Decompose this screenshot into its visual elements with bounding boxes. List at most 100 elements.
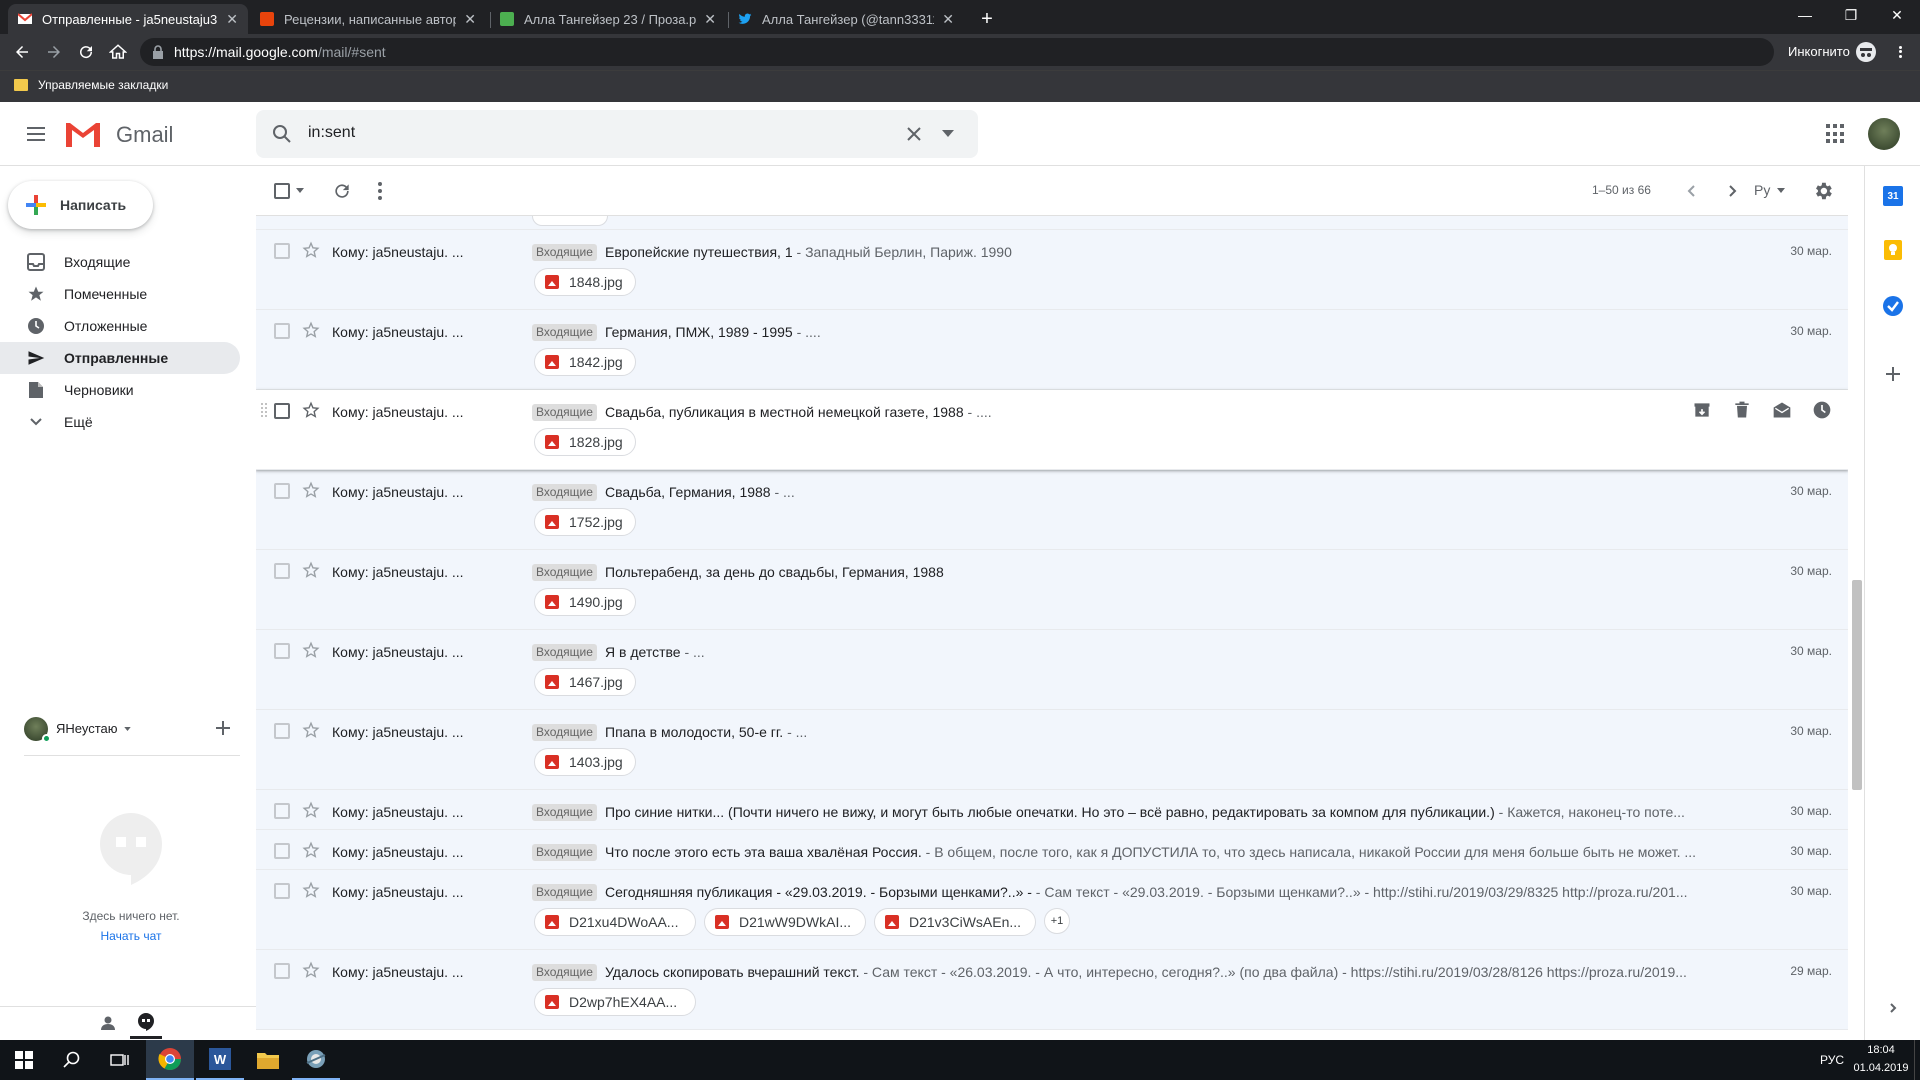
row-checkbox[interactable] xyxy=(274,723,290,739)
close-window-icon[interactable]: ✕ xyxy=(1874,0,1920,30)
attachment-chip[interactable]: 1848.jpg xyxy=(534,268,636,296)
attachment-chip[interactable]: D2wp7hEX4AA... xyxy=(534,988,696,1016)
bookmark-managed[interactable]: Управляемые закладки xyxy=(38,78,168,92)
main-menu-icon[interactable] xyxy=(24,122,48,146)
scrollbar[interactable] xyxy=(1852,580,1862,790)
clear-search-icon[interactable] xyxy=(904,124,924,144)
more-actions-icon[interactable] xyxy=(378,181,382,201)
attachment-chip[interactable]: 1490.jpg xyxy=(534,588,636,616)
row-checkbox[interactable] xyxy=(274,563,290,579)
compose-button[interactable]: Написать xyxy=(8,181,153,229)
forward-icon[interactable] xyxy=(42,40,66,64)
settings-gear-icon[interactable] xyxy=(1812,180,1834,202)
row-checkbox[interactable] xyxy=(274,483,290,499)
close-tab-icon[interactable]: ✕ xyxy=(704,11,716,28)
explorer-taskbar-icon[interactable] xyxy=(244,1040,292,1080)
nav-inbox[interactable]: Входящие xyxy=(0,246,240,278)
select-all-checkbox[interactable] xyxy=(274,183,290,199)
inbox-label-badge[interactable]: Входящие xyxy=(532,644,597,661)
status-dropdown-icon[interactable] xyxy=(124,727,131,731)
close-tab-icon[interactable]: ✕ xyxy=(942,11,954,28)
delete-icon[interactable] xyxy=(1732,400,1752,420)
mail-row[interactable]: Кому: ja5neustaju. ... Входящие Что после … xyxy=(256,830,1848,870)
row-checkbox[interactable] xyxy=(274,323,290,339)
tasks-icon[interactable] xyxy=(1883,296,1903,316)
show-desktop-button[interactable] xyxy=(1914,1040,1920,1080)
restore-icon[interactable]: ❐ xyxy=(1828,0,1874,30)
inbox-label-badge[interactable]: Входящие xyxy=(532,244,597,261)
nav-starred[interactable]: Помеченные xyxy=(0,278,240,310)
mail-row[interactable]: Кому: ja5neustaju. ... Входящие Я в детств… xyxy=(256,630,1848,710)
calendar-icon[interactable]: 31 xyxy=(1883,186,1903,206)
new-tab-button[interactable]: + xyxy=(972,4,1002,34)
mail-row[interactable]: Кому: ja5neustaju. ... Входящие Удалось ск… xyxy=(256,950,1848,1030)
archive-icon[interactable] xyxy=(1692,400,1712,420)
account-avatar[interactable] xyxy=(1868,118,1900,150)
search-icon[interactable] xyxy=(270,122,294,146)
input-tools-dropdown-icon[interactable] xyxy=(1777,188,1785,193)
word-taskbar-icon[interactable]: W xyxy=(196,1040,244,1080)
mail-row[interactable]: Кому: ja5neustaju. ... Входящие Свадьба, п… xyxy=(256,390,1848,470)
close-tab-icon[interactable]: ✕ xyxy=(226,11,238,28)
row-checkbox[interactable] xyxy=(274,843,290,859)
attachment-chip[interactable]: D21v3CiWsAEn... xyxy=(874,908,1036,936)
row-checkbox[interactable] xyxy=(274,403,290,419)
search-input[interactable]: in:sent xyxy=(308,124,355,142)
row-checkbox[interactable] xyxy=(274,963,290,979)
apps-grid-icon[interactable] xyxy=(1826,124,1846,144)
row-checkbox[interactable] xyxy=(274,803,290,819)
inbox-label-badge[interactable]: Входящие xyxy=(532,964,597,981)
nav-drafts[interactable]: Черновики xyxy=(0,374,240,406)
mail-row[interactable]: Кому: ja5neustaju. ... Входящие Сегодняшня… xyxy=(256,870,1848,950)
drag-handle-icon[interactable] xyxy=(260,402,268,418)
input-tools-button[interactable]: Ру xyxy=(1754,182,1770,198)
inbox-label-badge[interactable]: Входящие xyxy=(532,884,597,901)
browser-menu-icon[interactable] xyxy=(1892,42,1908,62)
gmail-logo-icon[interactable] xyxy=(64,120,102,148)
mark-unread-icon[interactable] xyxy=(1772,400,1792,420)
star-toggle-icon[interactable] xyxy=(302,801,320,819)
attachment-chip[interactable]: 1467.jpg xyxy=(534,668,636,696)
tab-reviews[interactable]: Рецензии, написанные авторо ✕ xyxy=(250,4,486,34)
start-chat-link[interactable]: Начать чат xyxy=(0,929,262,943)
attachment-chip[interactable]: 1828.jpg xyxy=(534,428,636,456)
star-toggle-icon[interactable] xyxy=(302,961,320,979)
star-toggle-icon[interactable] xyxy=(302,641,320,659)
inbox-label-badge[interactable]: Входящие xyxy=(532,844,597,861)
mail-row[interactable]: Кому: ja5neustaju. ... Входящие Польтерабе… xyxy=(256,550,1848,630)
search-bar[interactable]: in:sent xyxy=(256,110,978,158)
tab-gmail-sent[interactable]: Отправленные - ja5neustaju3by ✕ xyxy=(8,4,248,34)
nav-snoozed[interactable]: Отложенные xyxy=(0,310,240,342)
inbox-label-badge[interactable]: Входящие xyxy=(532,324,597,341)
expand-panel-icon[interactable] xyxy=(1887,1002,1899,1014)
mail-row[interactable]: Кому: ja5neustaju. ... Входящие Ппапа в мо… xyxy=(256,710,1848,790)
address-bar[interactable]: https://mail.google.com/mail/#sent xyxy=(140,38,1774,66)
inbox-label-badge[interactable]: Входящие xyxy=(532,404,597,421)
search-options-icon[interactable] xyxy=(942,130,954,138)
star-toggle-icon[interactable] xyxy=(302,841,320,859)
clock-date[interactable]: 01.04.2019 xyxy=(1852,1062,1910,1074)
incognito-icon[interactable] xyxy=(1856,42,1876,62)
clock-time[interactable]: 18:04 xyxy=(1858,1044,1904,1056)
nav-more[interactable]: Ещё xyxy=(0,406,240,438)
star-toggle-icon[interactable] xyxy=(302,881,320,899)
tab-proza[interactable]: Алла Тангейзер 23 / Проза.ру ✕ xyxy=(490,4,726,34)
row-checkbox[interactable] xyxy=(274,243,290,259)
inbox-label-badge[interactable]: Входящие xyxy=(532,804,597,821)
attachment-chip[interactable]: 1403.jpg xyxy=(534,748,636,776)
star-toggle-icon[interactable] xyxy=(302,241,320,259)
star-toggle-icon[interactable] xyxy=(302,481,320,499)
hangouts-user[interactable]: ЯНеустаю xyxy=(56,721,118,736)
attachment-chip[interactable]: D21wW9DWkAI... xyxy=(704,908,866,936)
more-attachments-chip[interactable]: +1 xyxy=(1044,908,1070,934)
keyboard-language[interactable]: РУС xyxy=(1820,1053,1844,1067)
mail-row[interactable]: Кому: ja5neustaju. ... Входящие Про синие … xyxy=(256,790,1848,830)
taskbar-search-icon[interactable] xyxy=(48,1040,96,1080)
windows-start-icon[interactable] xyxy=(0,1040,48,1080)
row-checkbox[interactable] xyxy=(274,883,290,899)
next-page-icon[interactable] xyxy=(1724,183,1740,199)
attachment-chip[interactable]: D21xu4DWoAA... xyxy=(534,908,696,936)
chrome-taskbar-icon[interactable] xyxy=(146,1040,194,1080)
snooze-clock-icon[interactable] xyxy=(1812,400,1832,420)
star-toggle-icon[interactable] xyxy=(302,401,320,419)
